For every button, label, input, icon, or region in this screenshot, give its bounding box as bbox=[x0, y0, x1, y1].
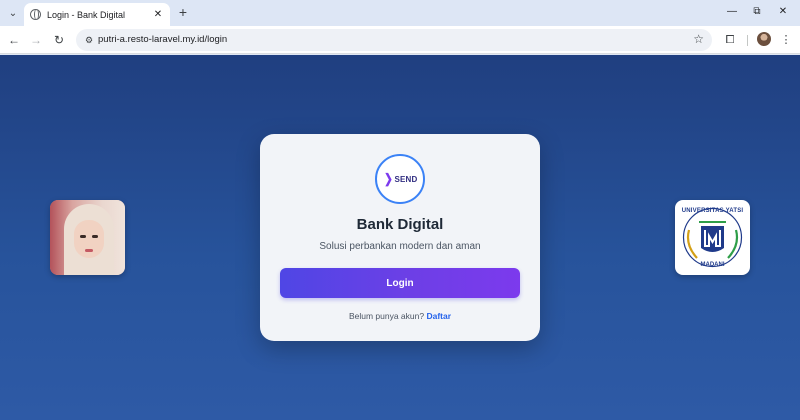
login-card: ❯ SEND Bank Digital Solusi perbankan mod… bbox=[260, 134, 540, 341]
card-subtitle: Solusi perbankan modern dan aman bbox=[319, 241, 481, 252]
university-subname-text: MADANI bbox=[700, 262, 725, 268]
send-logo: ❯ SEND bbox=[375, 154, 425, 204]
university-logo: UNIVERSITAS YATSI MADANI bbox=[675, 200, 750, 275]
tab-title: Login - Bank Digital bbox=[47, 9, 126, 20]
reload-icon[interactable]: ↻ bbox=[51, 32, 67, 48]
chevron-right-icon: ❯ bbox=[383, 171, 393, 186]
address-bar[interactable]: ⚙ putri-a.resto-laravel.my.id/login ☆ bbox=[76, 29, 712, 51]
star-icon[interactable]: ☆ bbox=[693, 32, 704, 46]
minimize-icon[interactable]: — bbox=[723, 4, 741, 20]
profile-avatar[interactable] bbox=[757, 32, 771, 46]
register-prompt: Belum punya akun? Daftar bbox=[260, 311, 540, 321]
browser-tab[interactable]: Login - Bank Digital ✕ bbox=[24, 3, 170, 26]
url-text[interactable]: putri-a.resto-laravel.my.id/login bbox=[98, 34, 227, 45]
globe-icon bbox=[30, 9, 41, 20]
close-window-icon[interactable]: ✕ bbox=[774, 4, 792, 20]
back-arrow-icon[interactable]: ← bbox=[6, 32, 22, 48]
university-name-text: UNIVERSITAS YATSI bbox=[681, 208, 744, 214]
forward-arrow-icon[interactable]: → bbox=[28, 32, 44, 48]
extensions-icon[interactable]: ⧠ bbox=[722, 32, 738, 48]
browser-toolbar: ← → ↻ ⚙ putri-a.resto-laravel.my.id/logi… bbox=[0, 26, 800, 54]
kebab-menu-icon[interactable]: ⋮ bbox=[778, 32, 794, 48]
close-tab-icon[interactable]: ✕ bbox=[152, 9, 164, 20]
browser-tab-strip: ⌄ Login - Bank Digital ✕ + — ⧉ ✕ bbox=[0, 0, 800, 26]
page-viewport: ❯ SEND Bank Digital Solusi perbankan mod… bbox=[0, 55, 800, 420]
login-button[interactable]: Login bbox=[280, 268, 520, 298]
toolbar-divider bbox=[747, 35, 748, 46]
profile-photo bbox=[50, 200, 125, 275]
card-title: Bank Digital bbox=[356, 216, 444, 233]
site-info-icon[interactable]: ⚙ bbox=[82, 33, 96, 47]
restore-icon[interactable]: ⧉ bbox=[748, 4, 766, 20]
logo-text: SEND bbox=[394, 174, 418, 184]
tab-search-icon[interactable]: ⌄ bbox=[4, 4, 22, 22]
register-prompt-text: Belum punya akun? bbox=[348, 311, 425, 321]
new-tab-icon[interactable]: + bbox=[175, 4, 191, 20]
register-link[interactable]: Daftar bbox=[426, 311, 451, 321]
